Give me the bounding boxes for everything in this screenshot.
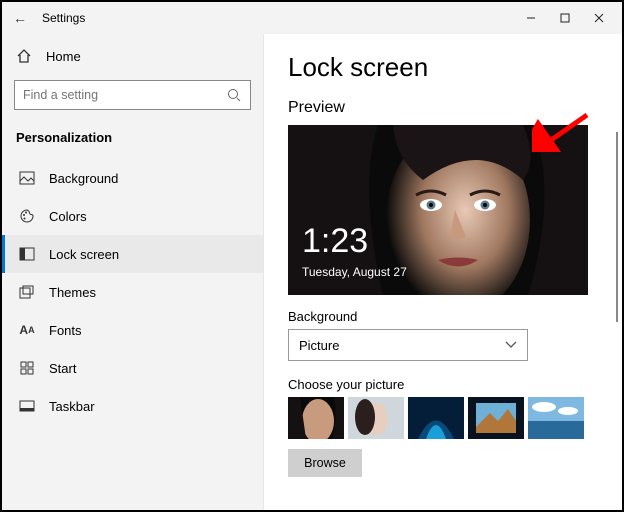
sidebar-item-label: Lock screen (49, 247, 119, 262)
background-value: Picture (299, 338, 339, 353)
background-label: Background (288, 309, 598, 324)
sidebar-item-label: Themes (49, 285, 96, 300)
search-input[interactable] (23, 88, 226, 102)
page-title: Lock screen (288, 52, 598, 83)
scrollbar[interactable] (616, 132, 618, 322)
home-icon (16, 48, 32, 64)
thumbnail-2[interactable] (348, 397, 404, 439)
back-icon[interactable]: ← (12, 10, 28, 26)
palette-icon (19, 208, 35, 224)
thumbnail-3[interactable] (408, 397, 464, 439)
settings-window: ← Settings Home (0, 0, 624, 512)
sidebar-item-label: Start (49, 361, 76, 376)
sidebar-item-label: Fonts (49, 323, 82, 338)
choose-label: Choose your picture (288, 377, 598, 392)
start-icon (19, 360, 35, 376)
window-title: Settings (42, 11, 85, 25)
background-dropdown[interactable]: Picture (288, 329, 528, 361)
taskbar-icon (19, 398, 35, 414)
sidebar-item-background[interactable]: Background (2, 159, 263, 197)
sidebar-item-colors[interactable]: Colors (2, 197, 263, 235)
sidebar-item-label: Taskbar (49, 399, 95, 414)
lock-time: 1:23 (302, 222, 368, 261)
lock-date: Tuesday, August 27 (302, 265, 407, 279)
content: Lock screen Preview (264, 34, 622, 510)
main: Home Personalization Background Colo (2, 34, 622, 510)
annotation-arrow (532, 112, 592, 152)
search-icon (226, 87, 242, 103)
themes-icon (19, 284, 35, 300)
sidebar-home[interactable]: Home (2, 40, 263, 72)
sidebar-item-lock-screen[interactable]: Lock screen (2, 235, 263, 273)
sidebar-item-taskbar[interactable]: Taskbar (2, 387, 263, 425)
lock-icon (19, 246, 35, 262)
sidebar: Home Personalization Background Colo (2, 34, 264, 510)
minimize-button[interactable] (514, 4, 548, 32)
close-button[interactable] (582, 4, 616, 32)
thumbnail-4[interactable] (468, 397, 524, 439)
image-icon (19, 170, 35, 186)
search-box[interactable] (14, 80, 251, 110)
sidebar-item-fonts[interactable]: AA Fonts (2, 311, 263, 349)
sidebar-item-start[interactable]: Start (2, 349, 263, 387)
thumbnail-5[interactable] (528, 397, 584, 439)
thumbnail-1[interactable] (288, 397, 344, 439)
sidebar-category: Personalization (2, 124, 263, 159)
maximize-button[interactable] (548, 4, 582, 32)
sidebar-item-label: Colors (49, 209, 87, 224)
sidebar-item-themes[interactable]: Themes (2, 273, 263, 311)
picture-thumbnails (288, 397, 598, 439)
chevron-down-icon (505, 341, 517, 349)
sidebar-item-label: Background (49, 171, 118, 186)
browse-button[interactable]: Browse (288, 449, 362, 477)
fonts-icon: AA (19, 322, 35, 338)
sidebar-home-label: Home (46, 49, 81, 64)
titlebar: ← Settings (2, 2, 622, 34)
